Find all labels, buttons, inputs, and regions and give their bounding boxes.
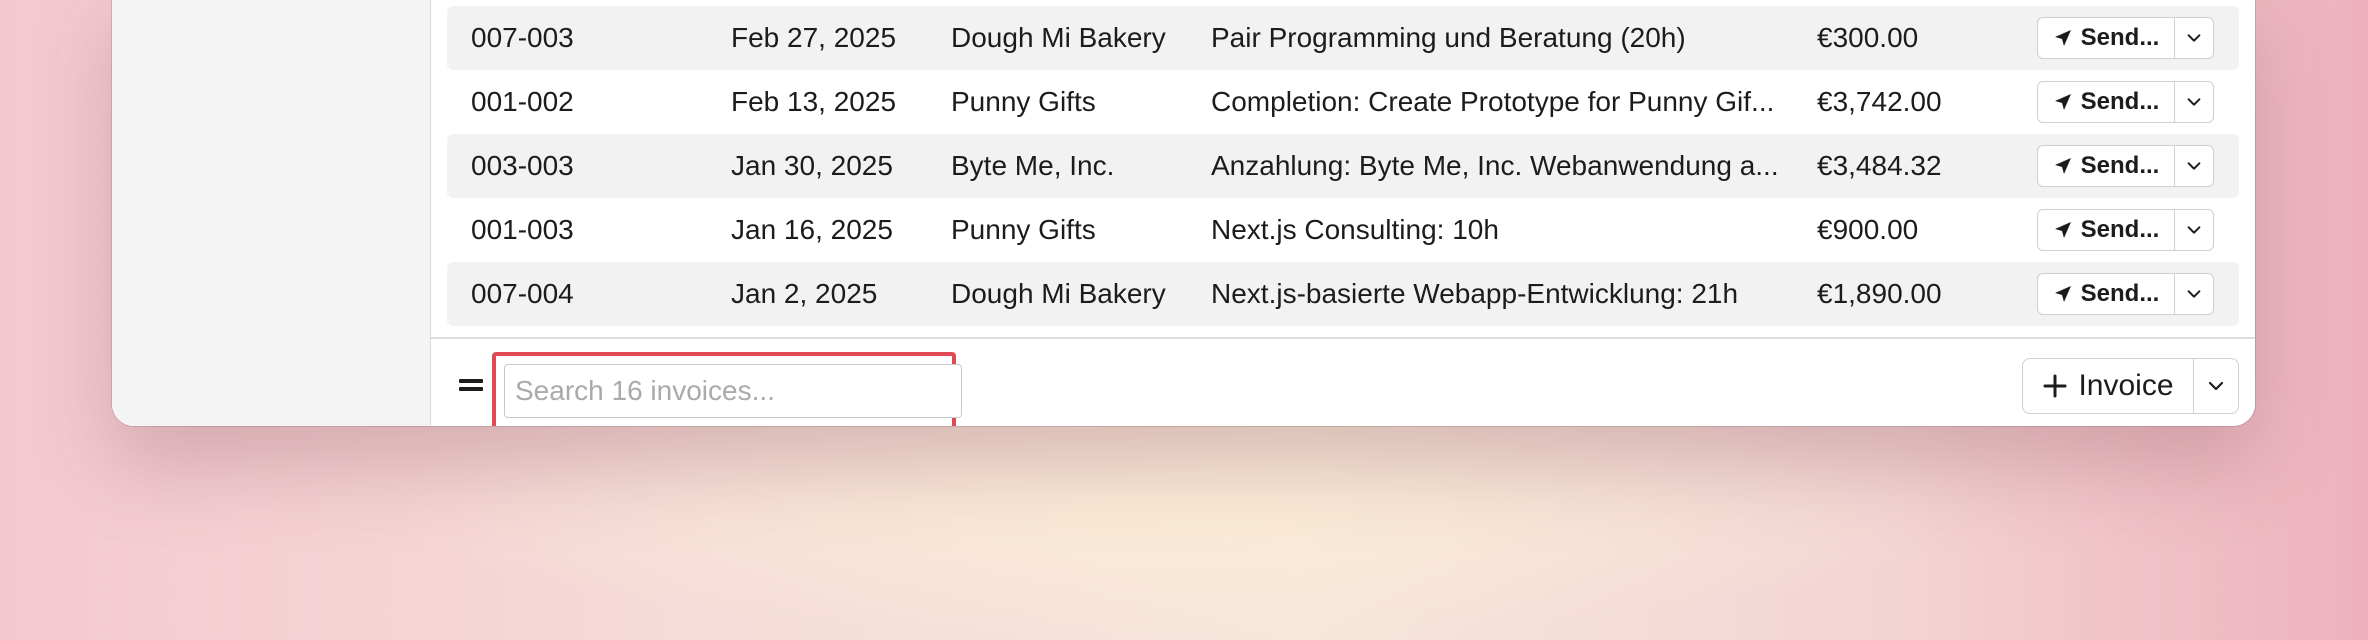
plus-icon xyxy=(2043,374,2067,398)
send-split-button: Send... xyxy=(2037,81,2214,123)
invoice-client: Punny Gifts xyxy=(951,214,1096,245)
new-invoice-button[interactable]: Invoice xyxy=(2023,359,2194,413)
invoice-description: Pair Programming und Beratung (20h) xyxy=(1211,22,1686,53)
send-button-label: Send... xyxy=(2080,152,2160,179)
send-button[interactable]: Send... xyxy=(2038,146,2175,186)
table-row[interactable]: 001-002 Feb 13, 2025 Punny Gifts Complet… xyxy=(447,70,2239,134)
invoice-amount: €3,742.00 xyxy=(1817,86,1942,117)
send-button[interactable]: Send... xyxy=(2038,18,2175,58)
invoice-number: 007-004 xyxy=(471,278,574,309)
chevron-down-icon xyxy=(2187,162,2201,170)
filter-icon[interactable] xyxy=(459,379,483,395)
table-row[interactable]: 001-003 Jan 16, 2025 Punny Gifts Next.js… xyxy=(447,198,2239,262)
chevron-down-icon xyxy=(2187,226,2201,234)
send-options-button[interactable] xyxy=(2175,82,2213,122)
send-split-button: Send... xyxy=(2037,273,2214,315)
invoice-number: 001-003 xyxy=(471,214,574,245)
invoice-client: Dough Mi Bakery xyxy=(951,278,1166,309)
send-icon xyxy=(2054,158,2071,174)
invoice-table: 007-003 Feb 27, 2025 Dough Mi Bakery Pai… xyxy=(447,6,2239,326)
send-split-button: Send... xyxy=(2037,209,2214,251)
invoice-number: 003-003 xyxy=(471,150,574,181)
chevron-down-icon xyxy=(2208,381,2224,391)
send-button-label: Send... xyxy=(2080,280,2160,307)
invoice-date: Jan 16, 2025 xyxy=(731,214,893,245)
invoice-description: Anzahlung: Byte Me, Inc. Webanwendung a.… xyxy=(1211,150,1779,181)
send-icon xyxy=(2054,30,2071,46)
new-invoice-options-button[interactable] xyxy=(2194,359,2238,413)
send-split-button: Send... xyxy=(2037,17,2214,59)
send-split-button: Send... xyxy=(2037,145,2214,187)
invoice-date: Jan 30, 2025 xyxy=(731,150,893,181)
invoice-amount: €300.00 xyxy=(1817,22,1919,53)
invoice-number: 001-002 xyxy=(471,86,574,117)
send-button-label: Send... xyxy=(2080,24,2160,51)
send-button[interactable]: Send... xyxy=(2038,210,2175,250)
chevron-down-icon xyxy=(2187,290,2201,298)
send-options-button[interactable] xyxy=(2175,18,2213,58)
send-options-button[interactable] xyxy=(2175,210,2213,250)
table-row[interactable]: 003-003 Jan 30, 2025 Byte Me, Inc. Anzah… xyxy=(447,134,2239,198)
chevron-down-icon xyxy=(2187,98,2201,106)
send-icon xyxy=(2054,286,2071,302)
invoice-amount: €3,484.32 xyxy=(1817,150,1942,181)
invoice-date: Jan 2, 2025 xyxy=(731,278,878,309)
send-icon xyxy=(2054,222,2071,238)
table-row[interactable]: 007-004 Jan 2, 2025 Dough Mi Bakery Next… xyxy=(447,262,2239,326)
send-options-button[interactable] xyxy=(2175,274,2213,314)
table-row[interactable]: 007-003 Feb 27, 2025 Dough Mi Bakery Pai… xyxy=(447,6,2239,70)
table-footer: Invoice xyxy=(431,337,2255,426)
sidebar xyxy=(112,0,431,426)
new-invoice-split-button: Invoice xyxy=(2022,358,2239,414)
invoice-description: Next.js-basierte Webapp-Entwicklung: 21h xyxy=(1211,278,1739,309)
app-window: 007-003 Feb 27, 2025 Dough Mi Bakery Pai… xyxy=(112,0,2255,426)
send-button-label: Send... xyxy=(2080,216,2160,243)
invoice-date: Feb 13, 2025 xyxy=(731,86,897,117)
main-content: 007-003 Feb 27, 2025 Dough Mi Bakery Pai… xyxy=(431,0,2255,426)
invoice-description: Next.js Consulting: 10h xyxy=(1211,214,1499,245)
chevron-down-icon xyxy=(2187,34,2201,42)
send-button[interactable]: Send... xyxy=(2038,274,2175,314)
invoice-client: Byte Me, Inc. xyxy=(951,150,1115,181)
invoice-client: Punny Gifts xyxy=(951,86,1096,117)
invoice-number: 007-003 xyxy=(471,22,574,53)
invoice-client: Dough Mi Bakery xyxy=(951,22,1166,53)
search-input[interactable] xyxy=(504,364,962,418)
send-button[interactable]: Send... xyxy=(2038,82,2175,122)
invoice-amount: €900.00 xyxy=(1817,214,1919,245)
invoice-description: Completion: Create Prototype for Punny G… xyxy=(1211,86,1775,117)
search-highlight xyxy=(492,352,962,426)
send-options-button[interactable] xyxy=(2175,146,2213,186)
new-invoice-label: Invoice xyxy=(2078,369,2174,402)
invoice-amount: €1,890.00 xyxy=(1817,278,1942,309)
send-icon xyxy=(2054,94,2071,110)
send-button-label: Send... xyxy=(2080,88,2160,115)
invoice-date: Feb 27, 2025 xyxy=(731,22,897,53)
